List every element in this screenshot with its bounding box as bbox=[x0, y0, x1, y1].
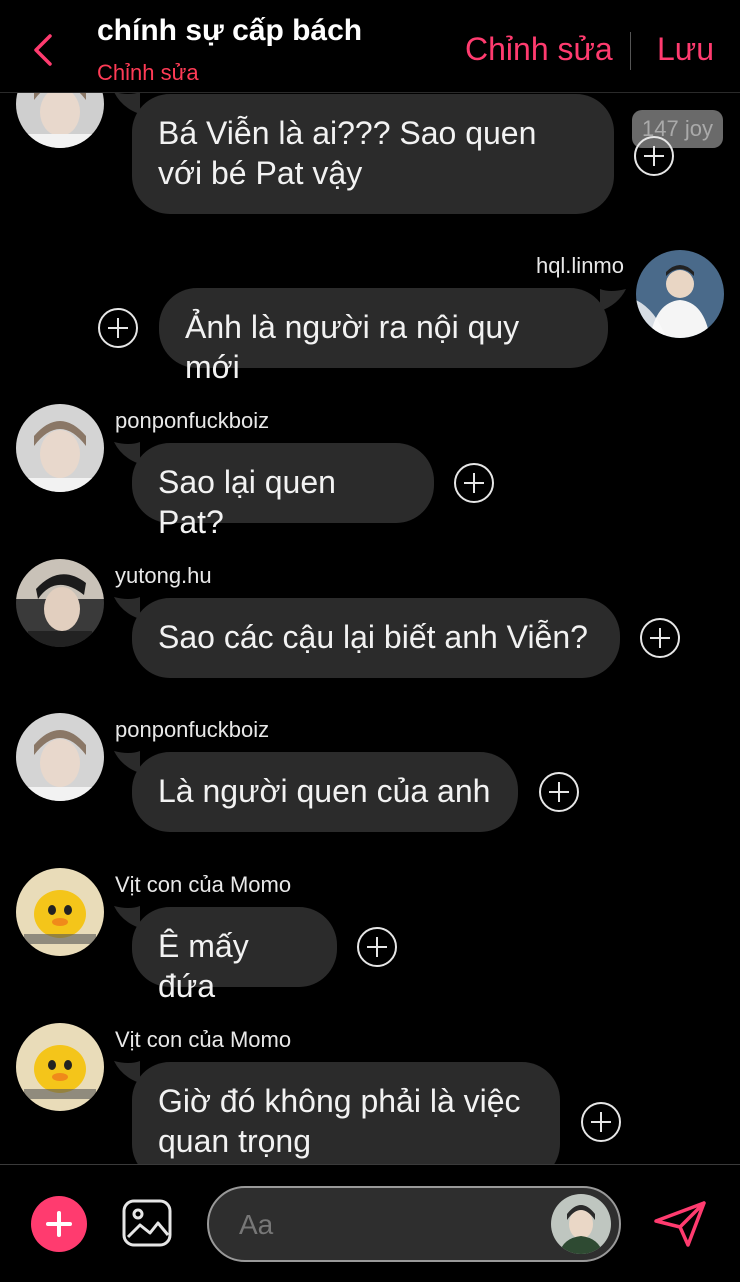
message-bubble[interactable]: Là người quen của anh bbox=[132, 752, 518, 832]
bubble-tail bbox=[114, 906, 140, 928]
message-row: Bá Viễn là ai??? Sao quen với bé Pat vậy… bbox=[0, 92, 740, 220]
image-icon[interactable] bbox=[122, 1199, 172, 1247]
avatar[interactable] bbox=[16, 1023, 104, 1111]
username[interactable]: yutong.hu bbox=[115, 563, 212, 589]
header-divider bbox=[630, 32, 631, 70]
username[interactable]: Vịt con của Momo bbox=[115, 872, 291, 898]
save-button[interactable]: Lưu bbox=[657, 31, 714, 68]
message-bubble[interactable]: Sao lại quen Pat? bbox=[132, 443, 434, 540]
avatar[interactable] bbox=[16, 868, 104, 956]
chat-header: chính sự cấp bách Chỉnh sửa Chỉnh sửa Lư… bbox=[0, 0, 740, 93]
edit-button[interactable]: Chỉnh sửa bbox=[465, 31, 613, 68]
message-row: Vịt con của Momo Ê mấy đứa bbox=[0, 866, 740, 1004]
add-reaction-button[interactable] bbox=[634, 136, 674, 176]
avatar[interactable] bbox=[636, 250, 724, 338]
chat-title: chính sự cấp bách bbox=[97, 14, 363, 47]
add-reaction-button[interactable] bbox=[357, 927, 397, 967]
add-reaction-button[interactable] bbox=[640, 618, 680, 658]
message-input[interactable] bbox=[237, 1206, 541, 1244]
avatar[interactable] bbox=[16, 404, 104, 492]
bubble-tail bbox=[114, 92, 140, 114]
chat-subtitle[interactable]: Chỉnh sửa bbox=[97, 60, 199, 86]
username[interactable]: ponponfuckboiz bbox=[115, 717, 269, 743]
composer-avatar[interactable] bbox=[551, 1194, 611, 1254]
bubble-tail bbox=[600, 289, 626, 311]
message-bubble[interactable]: Giờ đó không phải là việc quan trọng bbox=[132, 1062, 560, 1165]
back-chevron-icon[interactable] bbox=[30, 32, 58, 68]
composer-bar bbox=[0, 1164, 740, 1282]
message-list[interactable]: Bá Viễn là ai??? Sao quen với bé Pat vậy… bbox=[0, 92, 740, 1165]
add-reaction-button[interactable] bbox=[581, 1102, 621, 1142]
add-reaction-button[interactable] bbox=[454, 463, 494, 503]
message-bubble[interactable]: Ê mấy đứa bbox=[132, 907, 337, 1004]
message-row: Vịt con của Momo Giờ đó không phải là vi… bbox=[0, 1021, 740, 1165]
message-row: hql.linmo Ảnh là người ra nội quy mới bbox=[0, 247, 740, 385]
message-row: ponponfuckboiz Sao lại quen Pat? bbox=[0, 402, 740, 540]
username[interactable]: Vịt con của Momo bbox=[115, 1027, 291, 1053]
message-bubble[interactable]: Bá Viễn là ai??? Sao quen với bé Pat vậy bbox=[132, 94, 614, 214]
send-icon[interactable] bbox=[652, 1199, 708, 1249]
message-bubble[interactable]: Sao các cậu lại biết anh Viễn? bbox=[132, 598, 620, 678]
message-bubble[interactable]: Ảnh là người ra nội quy mới bbox=[159, 288, 608, 385]
bubble-tail bbox=[114, 1061, 140, 1083]
add-button[interactable] bbox=[31, 1196, 87, 1252]
message-row: yutong.hu Sao các cậu lại biết anh Viễn? bbox=[0, 557, 740, 687]
message-row: ponponfuckboiz Là người quen của anh bbox=[0, 711, 740, 841]
avatar[interactable] bbox=[16, 92, 104, 148]
username[interactable]: ponponfuckboiz bbox=[115, 408, 269, 434]
username[interactable]: hql.linmo bbox=[536, 253, 624, 279]
bubble-tail bbox=[114, 751, 140, 773]
avatar[interactable] bbox=[16, 559, 104, 647]
avatar[interactable] bbox=[16, 713, 104, 801]
add-reaction-button[interactable] bbox=[98, 308, 138, 348]
message-input-box[interactable] bbox=[207, 1186, 621, 1262]
add-reaction-button[interactable] bbox=[539, 772, 579, 812]
bubble-tail bbox=[114, 442, 140, 464]
bubble-tail bbox=[114, 597, 140, 619]
